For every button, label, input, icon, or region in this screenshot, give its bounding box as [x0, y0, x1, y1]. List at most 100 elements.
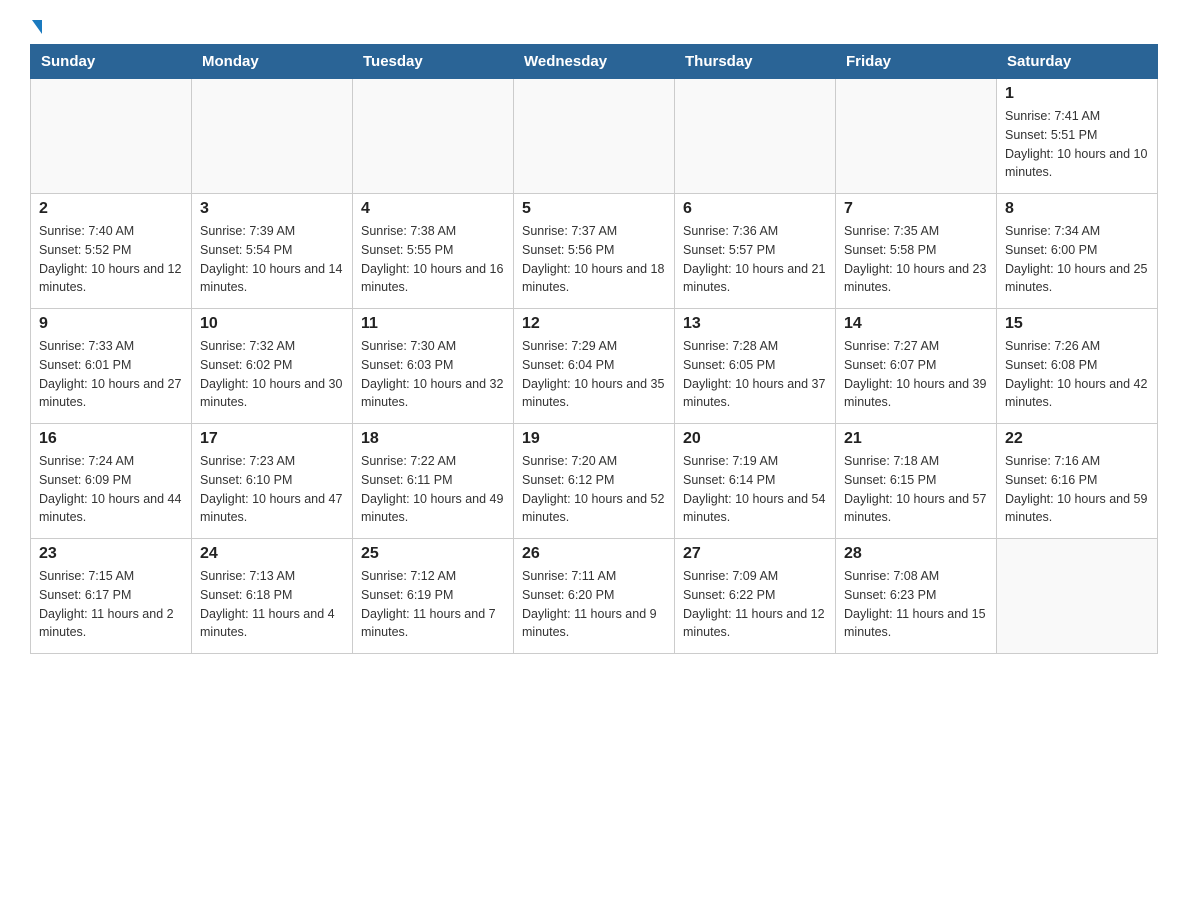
- calendar-table: SundayMondayTuesdayWednesdayThursdayFrid…: [30, 44, 1158, 654]
- day-number: 21: [844, 430, 988, 448]
- column-header-sunday: Sunday: [31, 45, 192, 79]
- calendar-cell: [514, 79, 675, 194]
- logo: [30, 20, 42, 34]
- calendar-cell: 13 Sunrise: 7:28 AMSunset: 6:05 PMDayligh…: [675, 309, 836, 424]
- logo-arrow-icon: [32, 20, 42, 34]
- calendar-cell: [192, 79, 353, 194]
- day-info: Sunrise: 7:38 AMSunset: 5:55 PMDaylight:…: [361, 222, 505, 297]
- calendar-cell: [836, 79, 997, 194]
- calendar-cell: [353, 79, 514, 194]
- day-number: 24: [200, 545, 344, 563]
- calendar-header-row: SundayMondayTuesdayWednesdayThursdayFrid…: [31, 45, 1158, 79]
- calendar-cell: 19 Sunrise: 7:20 AMSunset: 6:12 PMDayligh…: [514, 424, 675, 539]
- day-number: 16: [39, 430, 183, 448]
- calendar-cell: 10Sunrise: 7:32 AMSunset: 6:02 PMDayligh…: [192, 309, 353, 424]
- day-number: 22: [1005, 430, 1149, 448]
- day-info: Sunrise: 7:41 AMSunset: 5:51 PMDaylight:…: [1005, 107, 1149, 182]
- day-info: Sunrise: 7:29 AMSunset: 6:04 PMDaylight:…: [522, 337, 666, 412]
- week-row-5: 23Sunrise: 7:15 AMSunset: 6:17 PMDayligh…: [31, 539, 1158, 654]
- day-number: 12: [522, 315, 666, 333]
- column-header-saturday: Saturday: [997, 45, 1158, 79]
- day-info: Sunrise: 7:22 AMSunset: 6:11 PMDaylight:…: [361, 452, 505, 527]
- column-header-monday: Monday: [192, 45, 353, 79]
- day-info: Sunrise: 7:33 AMSunset: 6:01 PMDaylight:…: [39, 337, 183, 412]
- day-info: Sunrise: 7:11 AMSunset: 6:20 PMDaylight:…: [522, 567, 666, 642]
- calendar-cell: 25 Sunrise: 7:12 AMSunset: 6:19 PMDayligh…: [353, 539, 514, 654]
- calendar-cell: 24 Sunrise: 7:13 AMSunset: 6:18 PMDayligh…: [192, 539, 353, 654]
- day-number: 23: [39, 545, 183, 563]
- calendar-cell: 15 Sunrise: 7:26 AMSunset: 6:08 PMDayligh…: [997, 309, 1158, 424]
- calendar-cell: 27 Sunrise: 7:09 AMSunset: 6:22 PMDayligh…: [675, 539, 836, 654]
- calendar-cell: 8 Sunrise: 7:34 AMSunset: 6:00 PMDaylight…: [997, 194, 1158, 309]
- day-number: 18: [361, 430, 505, 448]
- day-number: 27: [683, 545, 827, 563]
- column-header-wednesday: Wednesday: [514, 45, 675, 79]
- day-number: 20: [683, 430, 827, 448]
- day-info: Sunrise: 7:20 AMSunset: 6:12 PMDaylight:…: [522, 452, 666, 527]
- calendar-cell: 4 Sunrise: 7:38 AMSunset: 5:55 PMDaylight…: [353, 194, 514, 309]
- page-header: [30, 20, 1158, 34]
- day-number: 15: [1005, 315, 1149, 333]
- week-row-4: 16 Sunrise: 7:24 AMSunset: 6:09 PMDayligh…: [31, 424, 1158, 539]
- day-info: Sunrise: 7:08 AMSunset: 6:23 PMDaylight:…: [844, 567, 988, 642]
- day-number: 26: [522, 545, 666, 563]
- calendar-cell: 5 Sunrise: 7:37 AMSunset: 5:56 PMDaylight…: [514, 194, 675, 309]
- day-info: Sunrise: 7:28 AMSunset: 6:05 PMDaylight:…: [683, 337, 827, 412]
- day-number: 13: [683, 315, 827, 333]
- day-info: Sunrise: 7:24 AMSunset: 6:09 PMDaylight:…: [39, 452, 183, 527]
- day-number: 17: [200, 430, 344, 448]
- day-number: 6: [683, 200, 827, 218]
- day-number: 7: [844, 200, 988, 218]
- day-info: Sunrise: 7:34 AMSunset: 6:00 PMDaylight:…: [1005, 222, 1149, 297]
- calendar-cell: 12 Sunrise: 7:29 AMSunset: 6:04 PMDayligh…: [514, 309, 675, 424]
- day-number: 5: [522, 200, 666, 218]
- day-number: 4: [361, 200, 505, 218]
- day-number: 11: [361, 315, 505, 333]
- week-row-3: 9 Sunrise: 7:33 AMSunset: 6:01 PMDaylight…: [31, 309, 1158, 424]
- calendar-cell: 20 Sunrise: 7:19 AMSunset: 6:14 PMDayligh…: [675, 424, 836, 539]
- calendar-cell: [675, 79, 836, 194]
- day-number: 9: [39, 315, 183, 333]
- calendar-cell: 22 Sunrise: 7:16 AMSunset: 6:16 PMDayligh…: [997, 424, 1158, 539]
- calendar-cell: 18 Sunrise: 7:22 AMSunset: 6:11 PMDayligh…: [353, 424, 514, 539]
- day-number: 14: [844, 315, 988, 333]
- day-number: 10: [200, 315, 344, 333]
- day-info: Sunrise: 7:37 AMSunset: 5:56 PMDaylight:…: [522, 222, 666, 297]
- calendar-cell: 1 Sunrise: 7:41 AMSunset: 5:51 PMDaylight…: [997, 79, 1158, 194]
- calendar-cell: 28Sunrise: 7:08 AMSunset: 6:23 PMDayligh…: [836, 539, 997, 654]
- day-info: Sunrise: 7:40 AMSunset: 5:52 PMDaylight:…: [39, 222, 183, 297]
- calendar-cell: 6 Sunrise: 7:36 AMSunset: 5:57 PMDaylight…: [675, 194, 836, 309]
- day-info: Sunrise: 7:16 AMSunset: 6:16 PMDaylight:…: [1005, 452, 1149, 527]
- day-info: Sunrise: 7:36 AMSunset: 5:57 PMDaylight:…: [683, 222, 827, 297]
- day-number: 1: [1005, 85, 1149, 103]
- day-info: Sunrise: 7:27 AMSunset: 6:07 PMDaylight:…: [844, 337, 988, 412]
- day-info: Sunrise: 7:35 AMSunset: 5:58 PMDaylight:…: [844, 222, 988, 297]
- day-number: 25: [361, 545, 505, 563]
- day-number: 2: [39, 200, 183, 218]
- calendar-cell: 7 Sunrise: 7:35 AMSunset: 5:58 PMDaylight…: [836, 194, 997, 309]
- calendar-cell: 11 Sunrise: 7:30 AMSunset: 6:03 PMDayligh…: [353, 309, 514, 424]
- day-info: Sunrise: 7:09 AMSunset: 6:22 PMDaylight:…: [683, 567, 827, 642]
- column-header-thursday: Thursday: [675, 45, 836, 79]
- day-number: 8: [1005, 200, 1149, 218]
- week-row-2: 2 Sunrise: 7:40 AMSunset: 5:52 PMDaylight…: [31, 194, 1158, 309]
- calendar-cell: 2 Sunrise: 7:40 AMSunset: 5:52 PMDaylight…: [31, 194, 192, 309]
- day-info: Sunrise: 7:12 AMSunset: 6:19 PMDaylight:…: [361, 567, 505, 642]
- day-info: Sunrise: 7:13 AMSunset: 6:18 PMDaylight:…: [200, 567, 344, 642]
- calendar-cell: 16 Sunrise: 7:24 AMSunset: 6:09 PMDayligh…: [31, 424, 192, 539]
- day-info: Sunrise: 7:19 AMSunset: 6:14 PMDaylight:…: [683, 452, 827, 527]
- calendar-cell: 14 Sunrise: 7:27 AMSunset: 6:07 PMDayligh…: [836, 309, 997, 424]
- day-info: Sunrise: 7:26 AMSunset: 6:08 PMDaylight:…: [1005, 337, 1149, 412]
- calendar-cell: 21 Sunrise: 7:18 AMSunset: 6:15 PMDayligh…: [836, 424, 997, 539]
- calendar-cell: 3Sunrise: 7:39 AMSunset: 5:54 PMDaylight…: [192, 194, 353, 309]
- day-info: Sunrise: 7:39 AMSunset: 5:54 PMDaylight:…: [200, 222, 344, 297]
- column-header-friday: Friday: [836, 45, 997, 79]
- day-info: Sunrise: 7:23 AMSunset: 6:10 PMDaylight:…: [200, 452, 344, 527]
- calendar-cell: [997, 539, 1158, 654]
- day-number: 19: [522, 430, 666, 448]
- day-info: Sunrise: 7:18 AMSunset: 6:15 PMDaylight:…: [844, 452, 988, 527]
- calendar-cell: 17 Sunrise: 7:23 AMSunset: 6:10 PMDayligh…: [192, 424, 353, 539]
- day-info: Sunrise: 7:30 AMSunset: 6:03 PMDaylight:…: [361, 337, 505, 412]
- calendar-cell: 26 Sunrise: 7:11 AMSunset: 6:20 PMDayligh…: [514, 539, 675, 654]
- calendar-cell: [31, 79, 192, 194]
